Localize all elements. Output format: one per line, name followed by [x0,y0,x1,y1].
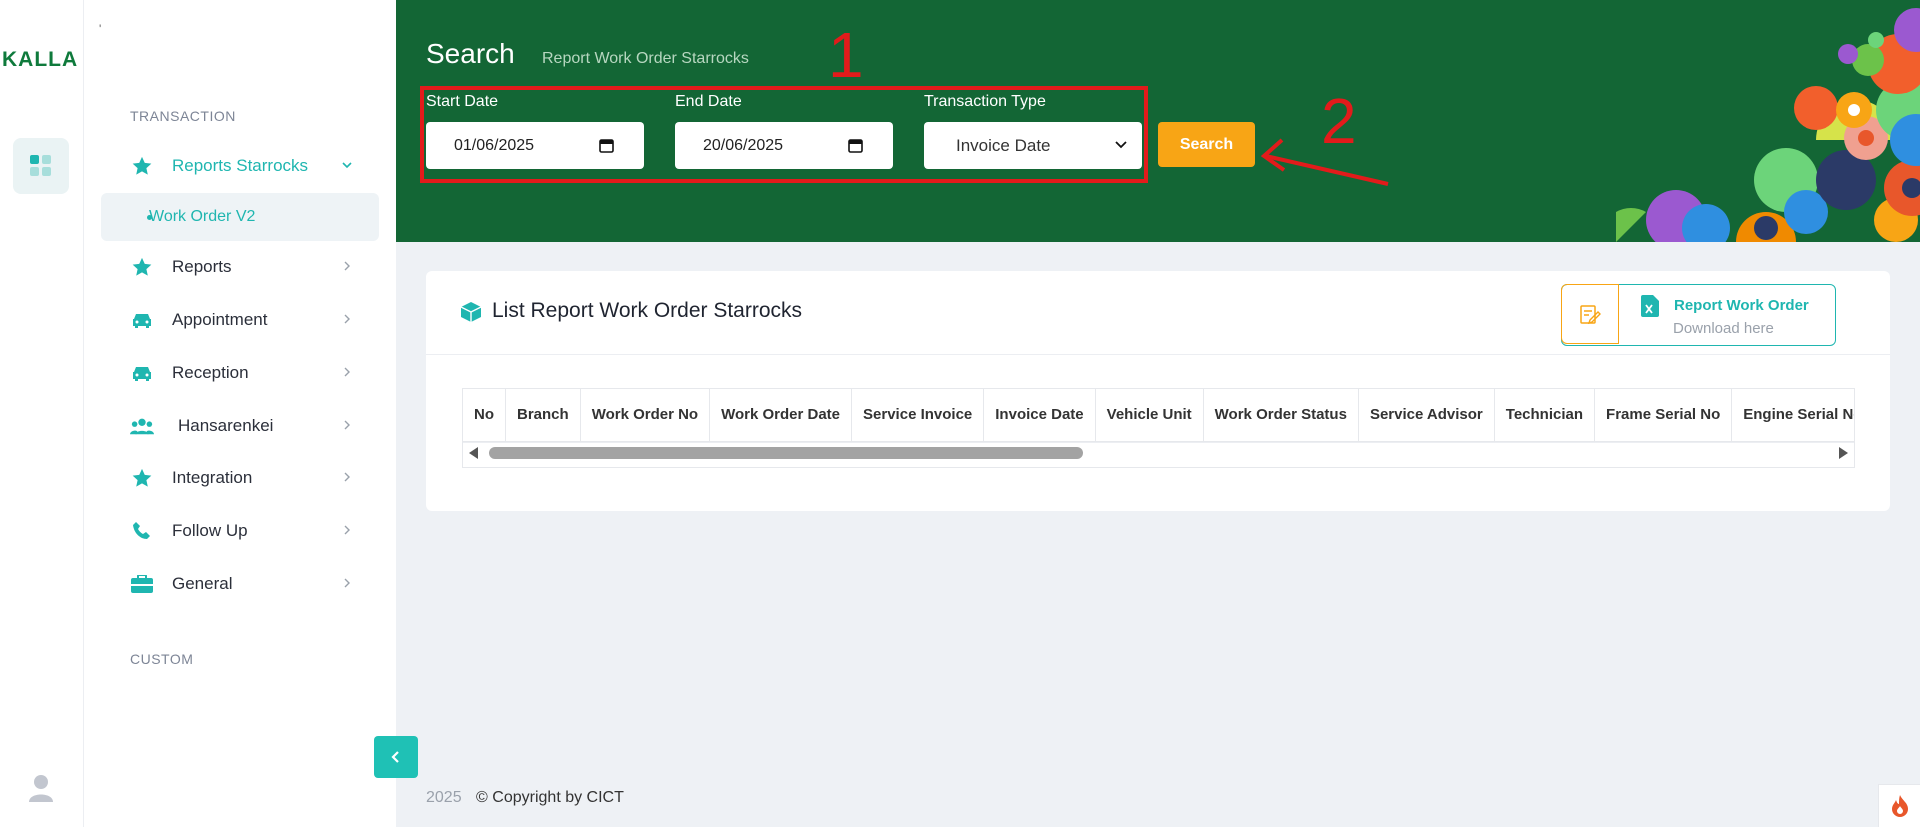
edit-document-icon [1580,305,1601,325]
page-subtitle: Report Work Order Starrocks [542,50,749,67]
footer-copyright: © Copyright by CICT [476,789,624,806]
star-icon [130,255,154,279]
chevron-left-icon [391,751,399,763]
card-header: List Report Work Order Starrocks Report … [426,271,1890,355]
footer: 2025 © Copyright by CICT [426,789,624,807]
scroll-right-arrow-icon[interactable] [1839,447,1848,459]
sidebar-item-label: Reports [172,257,232,276]
table-header-row: No Branch Work Order No Work Order Date … [463,389,1854,442]
report-button-subtitle: Download here [1673,320,1774,337]
excel-file-icon [1641,295,1659,317]
sidebar: ' TRANSACTION Reports Starrocks Work Ord… [84,0,396,827]
sidebar-item-general[interactable]: General [100,561,378,607]
column-header[interactable]: Service Invoice [851,389,985,442]
report-icon-box [1561,284,1619,344]
annotation-number-1: 1 [828,19,864,91]
apps-grid-icon [30,155,51,176]
footer-year: 2025 [426,789,462,806]
sidebar-item-label: Reception [172,363,249,382]
horizontal-scrollbar[interactable] [463,442,1854,462]
annotation-box [420,86,1148,183]
chevron-down-icon [342,162,352,169]
sidebar-item-appointment[interactable]: Appointment [100,297,378,343]
report-work-order-download-button[interactable]: Report Work Order Download here [1561,284,1836,346]
star-icon [130,154,154,178]
sidebar-item-follow-up[interactable]: Follow Up [100,508,378,554]
section-transaction: TRANSACTION [130,108,236,124]
search-button[interactable]: Search [1158,122,1255,167]
column-header[interactable]: Technician [1494,389,1596,442]
sidebar-item-reports-starrocks[interactable]: Reports Starrocks [100,143,378,189]
column-header[interactable]: Frame Serial No [1594,389,1733,442]
column-header[interactable]: Work Order No [580,389,711,442]
decorative-shapes-graphic [1616,8,1920,242]
sidebar-item-label: Appointment [172,310,268,329]
report-button-title: Report Work Order [1674,297,1809,314]
bullet-icon [147,215,152,220]
column-header[interactable]: Vehicle Unit [1095,389,1204,442]
sidebar-item-label: Follow Up [172,521,248,540]
column-header[interactable]: Work Order Date [709,389,853,442]
chevron-right-icon [344,525,350,535]
sidebar-item-label: General [172,574,233,593]
chevron-right-icon [344,472,350,482]
column-header[interactable]: Branch [505,389,581,442]
chevron-right-icon [344,314,350,324]
icon-rail: KALLA [0,0,84,827]
sidebar-item-reception[interactable]: Reception [100,350,378,396]
search-header: Search Report Work Order Starrocks Start… [396,0,1920,242]
section-custom: CUSTOM [130,651,194,667]
column-header[interactable]: No [463,389,506,442]
flame-icon [1891,795,1908,817]
sidebar-item-label: Reports Starrocks [172,156,309,175]
sidebar-subitem-work-order-v2[interactable]: Work Order V2 [101,193,379,241]
user-avatar-icon[interactable] [28,774,54,802]
sidebar-subitem-label: Work Order V2 [149,208,256,225]
flame-widget-button[interactable] [1878,784,1920,827]
chevron-right-icon [344,578,350,588]
report-text-box: Report Work Order Download here [1619,285,1835,345]
sidebar-collapse-button[interactable] [374,736,418,778]
column-header[interactable]: Invoice Date [983,389,1096,442]
report-card: List Report Work Order Starrocks Report … [426,271,1890,511]
chevron-right-icon [344,261,350,271]
scroll-left-arrow-icon[interactable] [469,447,478,459]
card-title: List Report Work Order Starrocks [492,299,803,322]
report-table-container: No Branch Work Order No Work Order Date … [462,388,1855,468]
box-icon [460,302,482,322]
column-header[interactable]: Work Order Status [1203,389,1359,442]
column-header[interactable]: Service Advisor [1358,389,1495,442]
sidebar-item-label: Integration [172,468,253,487]
report-table: No Branch Work Order No Work Order Date … [463,389,1854,442]
briefcase-icon [130,572,154,596]
scrollbar-thumb[interactable] [489,447,1083,459]
sidebar-item-integration[interactable]: Integration [100,455,378,501]
dashboard-tile[interactable] [13,138,69,194]
sidebar-item-hansarenkei[interactable]: Hansarenkei [100,403,378,449]
sidebar-item-reports[interactable]: Reports [100,244,378,290]
annotation-arrow-icon [1260,138,1389,186]
sidebar-tick: ' [99,22,102,36]
kalla-logo: KALLA [2,48,79,71]
chevron-right-icon [344,420,350,430]
chevron-right-icon [344,367,350,377]
phone-icon [130,519,154,543]
page-title: Search [426,38,515,69]
column-header[interactable]: Engine Serial No [1731,389,1854,442]
users-icon [130,414,154,438]
sidebar-item-label: Hansarenkei [178,416,274,435]
car-icon [130,308,154,332]
car-icon [130,361,154,385]
star-icon [130,466,154,490]
